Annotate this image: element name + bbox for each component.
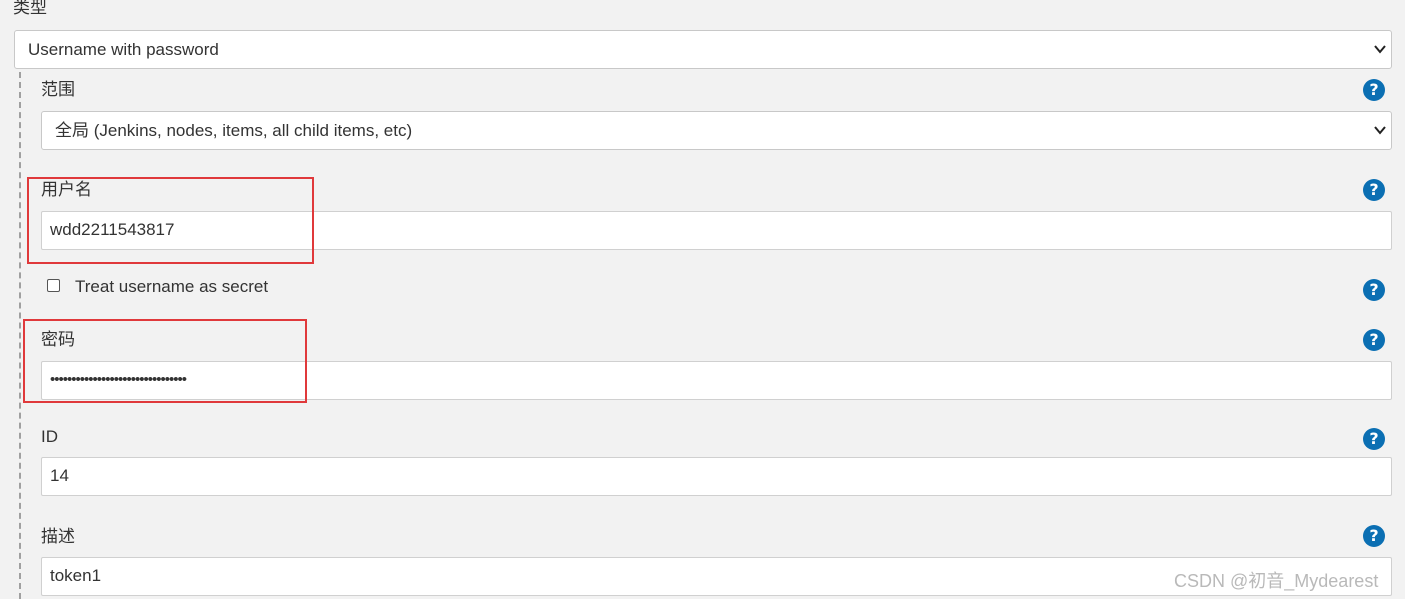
id-label: ID	[41, 427, 58, 446]
treat-username-secret-checkbox[interactable]	[47, 279, 60, 292]
treat-username-secret-label[interactable]: Treat username as secret	[75, 277, 268, 297]
description-label: 描述	[41, 527, 75, 546]
help-icon[interactable]: ?	[1363, 428, 1385, 450]
chevron-down-icon	[1374, 45, 1386, 54]
watermark: CSDN @初音_Mydearest	[1174, 571, 1379, 591]
help-icon[interactable]: ?	[1363, 329, 1385, 351]
help-icon[interactable]: ?	[1363, 79, 1385, 101]
scope-selected-value: 全局 (Jenkins, nodes, items, all child ite…	[55, 121, 413, 140]
highlight-box	[27, 177, 314, 264]
help-icon[interactable]: ?	[1363, 179, 1385, 201]
kind-select[interactable]: Username with password	[14, 30, 1392, 69]
id-field[interactable]: 14	[41, 457, 1392, 496]
nesting-guide-line	[19, 72, 21, 599]
kind-selected-value: Username with password	[28, 40, 219, 59]
scope-select[interactable]: 全局 (Jenkins, nodes, items, all child ite…	[41, 111, 1392, 150]
help-icon[interactable]: ?	[1363, 525, 1385, 547]
scope-label: 范围	[41, 80, 75, 99]
help-icon[interactable]: ?	[1363, 279, 1385, 301]
chevron-down-icon	[1374, 126, 1386, 135]
highlight-box	[23, 319, 307, 403]
kind-label: 类型	[13, 0, 47, 17]
